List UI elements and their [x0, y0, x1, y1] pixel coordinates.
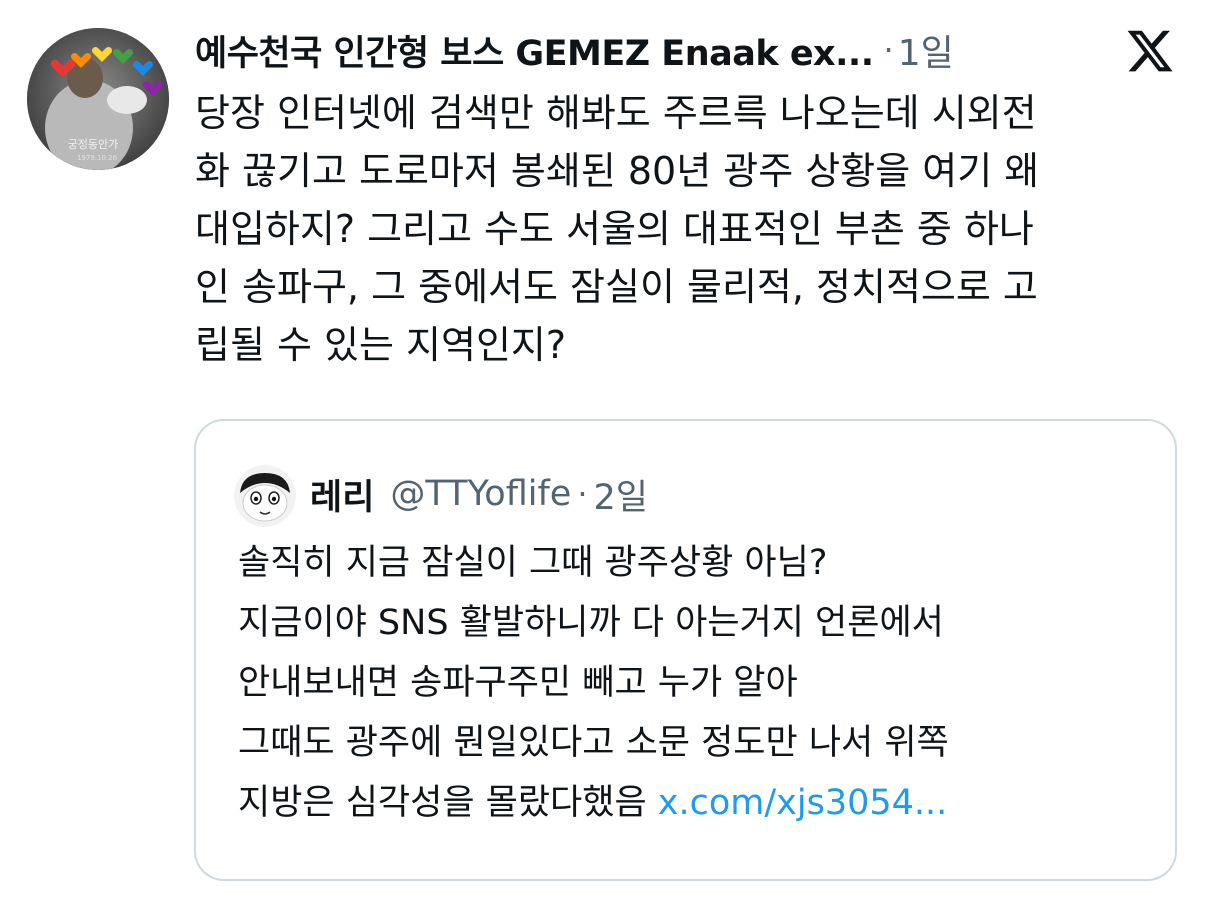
- tweet-text-line: 대입하지? 그리고 수도 서울의 대표적인 부촌 중 하나: [195, 207, 1034, 251]
- x-logo-icon[interactable]: [1124, 26, 1176, 76]
- quoted-text-line: 지금이야 SNS 활발하니까 다 아는거지 언론에서: [238, 603, 944, 643]
- quoted-tweet-card[interactable]: 레리 @TTYoflife · 2일 솔직히 지금 잠실이 그때 광주상황 아님…: [194, 419, 1177, 881]
- author-name[interactable]: 예수천국 인간형 보스 GEMEZ Enaak ex...: [195, 25, 874, 76]
- quoted-author-avatar[interactable]: [234, 465, 296, 527]
- quoted-post-time[interactable]: 2일: [594, 469, 648, 520]
- quoted-time-separator: ·: [577, 475, 588, 513]
- tweet-text-line: 화 끊기고 도로마저 봉쇄된 80년 광주 상황을 여기 왜: [195, 149, 1040, 193]
- quoted-author-handle[interactable]: @TTYoflife: [390, 474, 571, 514]
- tweet-text-line: 당장 인터넷에 검색만 해봐도 주르륵 나오는데 시외전: [195, 91, 1037, 135]
- tweet-text-line: 립될 수 있는 지역인지?: [195, 323, 567, 367]
- quoted-tweet-header: 레리 @TTYoflife · 2일: [310, 465, 648, 523]
- tweet-text-line: 인 송파구, 그 중에서도 잠실이 물리적, 정치적으로 고: [195, 265, 1038, 309]
- quoted-text-line: 솔직히 지금 잠실이 그때 광주상황 아님?: [238, 543, 828, 583]
- post-time[interactable]: 1일: [898, 24, 954, 76]
- tweet-header: 예수천국 인간형 보스 GEMEZ Enaak ex... · 1일: [195, 22, 1135, 78]
- quoted-text-line: 그때도 광주에 뭔일있다고 소문 정도만 나서 위쪽: [238, 723, 949, 763]
- quoted-text-line-last: 지방은 심각성을 몰랐다했음 x.com/xjs3054...: [238, 773, 1168, 833]
- quoted-text-line: 안내보내면 송파구주민 빼고 누가 알아: [238, 663, 798, 703]
- author-avatar[interactable]: 궁정동안가 1979.10.26: [27, 28, 169, 170]
- sheep-avatar-image: [234, 465, 296, 527]
- avatar-image: 궁정동안가 1979.10.26: [27, 28, 169, 170]
- quoted-tweet-body: 솔직히 지금 잠실이 그때 광주상황 아님? 지금이야 SNS 활발하니까 다 …: [238, 533, 1168, 833]
- quoted-text-tail: 지방은 심각성을 몰랐다했음: [238, 783, 647, 823]
- time-separator: ·: [883, 31, 894, 69]
- quoted-author-name[interactable]: 레리: [310, 469, 374, 520]
- avatar-date: 1979.10.26: [77, 154, 118, 162]
- avatar-caption: 궁정동안가: [68, 138, 119, 151]
- tweet-body: 당장 인터넷에 검색만 해봐도 주르륵 나오는데 시외전 화 끊기고 도로마저 …: [195, 84, 1185, 374]
- quoted-link[interactable]: x.com/xjs3054...: [658, 783, 948, 823]
